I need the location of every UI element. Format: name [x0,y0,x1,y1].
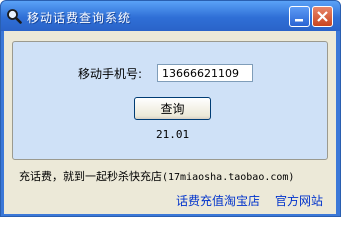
close-icon [317,11,328,22]
promo-message: 充话费，就到一起秒杀快充店 [19,170,162,183]
taobao-shop-link[interactable]: 话费充值淘宝店 [176,192,260,209]
minimize-icon [295,19,303,22]
phone-input[interactable] [157,64,253,82]
promo-url: (17miaosha.taobao.com) [162,172,295,183]
minimize-button[interactable] [289,6,310,27]
query-button[interactable]: 查询 [134,97,211,120]
client-area: 移动手机号: 查询 21.01 充话费，就到一起秒杀快充店(17miaosha.… [4,31,336,214]
magnifier-icon [7,9,22,24]
title-bar[interactable]: 移动话费查询系统 [1,1,340,31]
phone-label: 移动手机号: [78,67,143,81]
query-panel: 移动手机号: 查询 21.01 [12,41,328,160]
app-window: 移动话费查询系统 移动手机号: 查询 21.01 充话费，就到一起秒杀快充店(1… [0,0,341,217]
window-title: 移动话费查询系统 [27,11,132,25]
official-site-link[interactable]: 官方网站 [275,192,323,209]
promo-text: 充话费，就到一起秒杀快充店(17miaosha.taobao.com) [19,168,294,184]
balance-result: 21.01 [156,128,190,141]
close-button[interactable] [312,6,333,27]
